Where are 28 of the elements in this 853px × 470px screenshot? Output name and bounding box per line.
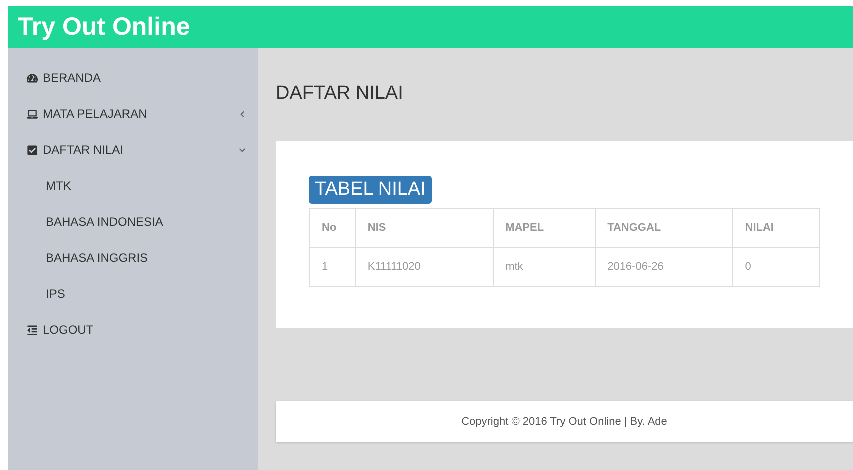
column-header: MAPEL — [493, 208, 596, 248]
table-cell: K11111020 — [355, 248, 494, 286]
table-cell: 2016-06-26 — [595, 248, 733, 286]
submenu-item[interactable]: MTK — [8, 168, 258, 204]
checkbox-icon — [27, 144, 38, 156]
chevron-down-icon — [239, 146, 246, 154]
sidebar-item[interactable]: LOGOUT — [8, 312, 258, 348]
page-title: DAFTAR NILAI — [276, 82, 404, 106]
column-header: NIS — [355, 208, 494, 248]
sidebar-item[interactable]: DAFTAR NILAI — [8, 132, 258, 168]
list-icon — [27, 324, 38, 336]
column-header: No — [310, 208, 356, 248]
table-cell: mtk — [493, 248, 596, 286]
submenu-item[interactable]: BAHASA INGGRIS — [8, 240, 258, 276]
sidebar-item[interactable]: MATA PELAJARAN — [8, 96, 258, 132]
submenu-item[interactable]: BAHASA INDONESIA — [8, 204, 258, 240]
chevron-left-icon — [239, 110, 246, 118]
dashboard-icon — [27, 72, 38, 84]
column-header: NILAI — [732, 208, 820, 248]
table-cell: 1 — [310, 248, 356, 286]
laptop-icon — [27, 108, 38, 120]
sidebar-item[interactable]: BERANDA — [8, 60, 258, 96]
submenu-item[interactable]: IPS — [8, 276, 258, 312]
table-title: TABEL NILAI — [309, 176, 432, 204]
app-title: Try Out Online — [18, 12, 190, 42]
column-header: TANGGAL — [595, 208, 733, 248]
table-cell: 0 — [732, 248, 820, 286]
copyright-text: Copyright © 2016 Try Out Online | By. Ade — [462, 416, 668, 428]
